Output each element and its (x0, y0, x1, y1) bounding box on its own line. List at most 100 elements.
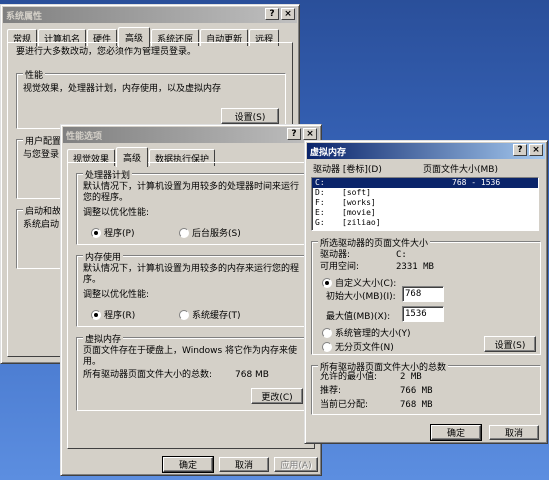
tab-advanced[interactable]: 高级 (118, 27, 151, 47)
virtual-memory-change-button[interactable]: 更改(C) (251, 388, 303, 404)
radio-checked (322, 277, 332, 288)
drive-letter: C: (315, 178, 325, 187)
selected-drive-group: 所选驱动器的页面文件大小 驱动器: C: 可用空间: 2331 MB 自定义大小… (311, 236, 541, 355)
perf-advanced-panel: 处理器计划 默认情况下，计算机设置为用较多的处理器时间来运行您的程序。 调整以优… (67, 162, 315, 449)
drive-row[interactable]: D: [soft] (312, 188, 538, 198)
processor-programs-label: 程序(P) (104, 229, 135, 239)
user-profile-desc: 与您登录 (23, 150, 60, 160)
radio-unchecked (322, 327, 332, 338)
memory-programs-radio[interactable]: 程序(R) (91, 308, 135, 321)
processor-programs-radio[interactable]: 程序(P) (91, 226, 134, 239)
minimum-allowed-label: 允许的最小值: (320, 372, 378, 382)
virtual-memory-group: 虚拟内存 页面文件存在于硬盘上，Windows 将它作为内存来使用。 所有驱动器… (76, 332, 308, 411)
virtual-memory-total-label: 所有驱动器页面文件大小的总数: (83, 370, 213, 380)
minimum-allowed-value: 2 MB (400, 372, 422, 382)
memory-usage-title: 内存使用 (83, 250, 124, 263)
drive-row[interactable]: C: 768 - 1536 (312, 178, 538, 188)
set-button[interactable]: 设置(S) (484, 336, 536, 352)
startup-recovery-group-title: 启动和故 (23, 204, 64, 217)
performance-options-titlebar[interactable]: 性能选项 ? × (63, 127, 319, 143)
processor-optimize-label: 调整以优化性能: (83, 208, 150, 218)
initial-size-label: 初始大小(MB)(I): (326, 292, 396, 302)
help-button[interactable]: ? (287, 128, 301, 140)
memory-cache-label: 系统缓存(T) (192, 311, 241, 321)
no-paging-file-radio[interactable]: 无分页文件(N) (322, 340, 394, 353)
memory-usage-desc: 默认情况下，计算机设置为用较多的内存来运行您的程序。 (83, 264, 300, 285)
virtual-memory-desc: 页面文件存在于硬盘上，Windows 将它作为内存来使用。 (83, 346, 298, 367)
drive-label: [soft] (342, 188, 371, 197)
ok-button[interactable]: 确定 (430, 424, 482, 441)
pagefile-size-column-header: 页面文件大小(MB) (423, 165, 498, 175)
drive-letter: F: (315, 198, 325, 207)
all-drives-total-group: 所有驱动器页面文件大小的总数 允许的最小值: 2 MB 推荐: 766 MB 当… (311, 360, 541, 415)
currently-allocated-value: 768 MB (400, 400, 433, 410)
drive-label: [ziliao] (342, 218, 381, 227)
virtual-memory-window-title: 虚拟内存 (310, 147, 347, 158)
performance-group: 性能 视觉效果，处理器计划，内存使用，以及虚拟内存 设置(S) (16, 68, 286, 129)
help-button[interactable]: ? (513, 144, 527, 156)
help-button[interactable]: ? (265, 8, 279, 20)
close-icon[interactable]: × (281, 8, 295, 20)
drive-value: C: (396, 250, 407, 260)
system-managed-radio[interactable]: 系统管理的大小(Y) (322, 326, 411, 339)
drive-column-header: 驱动器 [卷标](D) (313, 165, 382, 175)
processor-scheduling-desc: 默认情况下，计算机设置为用较多的处理器时间来运行您的程序。 (83, 182, 300, 203)
virtual-memory-title: 虚拟内存 (83, 332, 124, 345)
performance-group-title: 性能 (23, 68, 46, 81)
drive-label: [movie] (342, 208, 376, 217)
free-space-value: 2331 MB (396, 262, 434, 272)
user-profile-group-title: 用户配置 (23, 134, 64, 147)
initial-size-input[interactable]: 768 (402, 286, 444, 302)
memory-programs-label: 程序(R) (104, 311, 136, 321)
close-icon[interactable]: × (529, 144, 543, 156)
performance-options-window: 性能选项 ? × 视觉效果 高级 数据执行保护 处理器计划 默认情况下，计算机设… (60, 124, 322, 476)
radio-unchecked (179, 227, 189, 238)
recommended-value: 766 MB (400, 386, 433, 396)
virtual-memory-window: 虚拟内存 ? × 驱动器 [卷标](D) 页面文件大小(MB) C: 768 -… (304, 140, 548, 444)
radio-checked (91, 227, 101, 238)
virtual-memory-total-value: 768 MB (235, 370, 269, 380)
drive-pagefile-size: 768 - 1536 (452, 178, 501, 187)
free-space-label: 可用空间: (320, 262, 360, 272)
drive-list[interactable]: C: 768 - 1536 D: [soft] F: [works] E: [m… (311, 177, 539, 231)
performance-options-title: 性能选项 (66, 131, 103, 142)
virtual-memory-titlebar[interactable]: 虚拟内存 ? × (307, 143, 545, 159)
system-properties-titlebar[interactable]: 系统属性 ? × (3, 7, 297, 23)
radio-checked (91, 309, 101, 320)
drive-row[interactable]: G: [ziliao] (312, 218, 538, 228)
processor-background-radio[interactable]: 后台服务(S) (179, 226, 241, 239)
drive-letter: E: (315, 208, 325, 217)
admin-note: 要进行大多数改动，您必须作为管理员登录。 (16, 47, 197, 57)
processor-scheduling-title: 处理器计划 (83, 168, 133, 181)
memory-cache-radio[interactable]: 系统缓存(T) (179, 308, 241, 321)
startup-recovery-desc: 系统启动 (23, 220, 60, 230)
performance-desc: 视觉效果，处理器计划，内存使用，以及虚拟内存 (23, 84, 222, 94)
recommended-label: 推荐: (320, 386, 342, 396)
radio-unchecked (322, 341, 332, 352)
custom-size-radio[interactable]: 自定义大小(C): (322, 276, 396, 289)
cancel-button[interactable]: 取消 (219, 457, 269, 472)
drive-row[interactable]: E: [movie] (312, 208, 538, 218)
performance-settings-button[interactable]: 设置(S) (221, 108, 279, 124)
cancel-button[interactable]: 取消 (489, 425, 539, 440)
max-size-label: 最大值(MB)(X): (326, 312, 391, 322)
currently-allocated-label: 当前已分配: (320, 400, 369, 410)
no-paging-file-label: 无分页文件(N) (335, 343, 394, 353)
memory-usage-group: 内存使用 默认情况下，计算机设置为用较多的内存来运行您的程序。 调整以优化性能:… (76, 250, 308, 327)
drive-row[interactable]: F: [works] (312, 198, 538, 208)
max-size-input[interactable]: 1536 (402, 306, 444, 322)
system-managed-label: 系统管理的大小(Y) (335, 329, 411, 339)
radio-unchecked (179, 309, 189, 320)
tab-advanced[interactable]: 高级 (116, 147, 149, 167)
close-icon[interactable]: × (303, 128, 317, 140)
ok-button[interactable]: 确定 (162, 456, 214, 473)
system-properties-title: 系统属性 (6, 11, 43, 22)
drive-letter: D: (315, 188, 325, 197)
selected-drive-group-title: 所选驱动器的页面文件大小 (318, 236, 431, 249)
processor-background-label: 后台服务(S) (192, 229, 241, 239)
drive-label: [works] (342, 198, 376, 207)
drive-letter: G: (315, 218, 325, 227)
apply-button[interactable]: 应用(A) (274, 457, 318, 472)
memory-optimize-label: 调整以优化性能: (83, 290, 150, 300)
drive-label: 驱动器: (320, 250, 351, 260)
